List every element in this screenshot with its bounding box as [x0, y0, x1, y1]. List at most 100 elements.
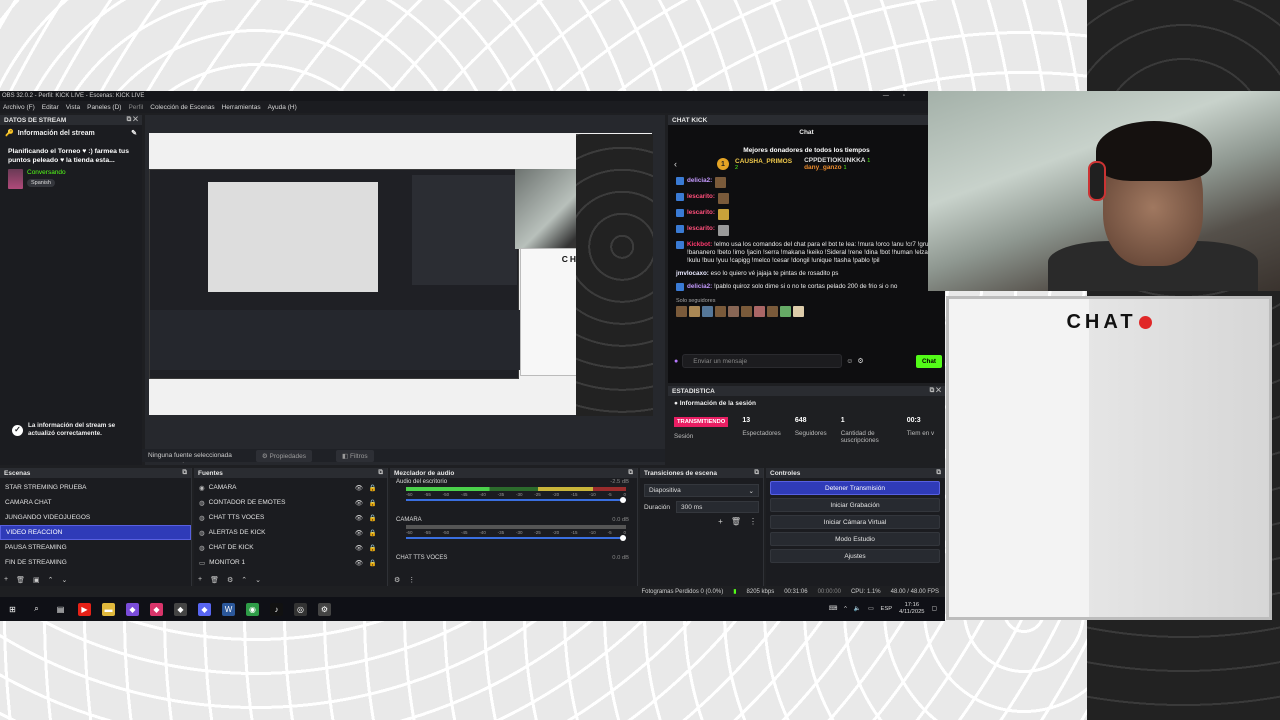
emote-icon[interactable] — [715, 306, 726, 317]
start-recording-button[interactable]: Iniciar Grabación — [770, 498, 940, 512]
lock-icon[interactable]: 🔒 — [369, 514, 377, 522]
scene-item[interactable]: STAR STREMING PRUEBA — [0, 480, 191, 495]
settings-icon[interactable]: ⚙ — [857, 357, 863, 365]
lock-icon[interactable]: 🔒 — [369, 499, 377, 507]
add-icon[interactable]: + — [198, 576, 202, 584]
transition-select[interactable]: Diapositiva ⌄ — [644, 484, 759, 497]
menu-editar[interactable]: Editar — [42, 104, 59, 111]
source-item[interactable]: ◍ CHAT TTS VOCES 👁 🔒 — [194, 510, 387, 525]
source-item[interactable]: ◉ CAMARA 👁 🔒 — [194, 480, 387, 495]
chat-user[interactable]: delicia2: — [687, 177, 712, 185]
scene-item[interactable]: PAUSA STREAMING — [0, 540, 191, 555]
clock[interactable]: 17:16 4/11/2025 — [899, 602, 924, 616]
steam-icon[interactable]: ⚙ — [318, 602, 331, 616]
source-item[interactable]: ▭ MONITOR 1 👁 🔒 — [194, 555, 387, 570]
emote-icon[interactable] — [767, 306, 778, 317]
search-icon[interactable]: ⌕ — [30, 603, 43, 616]
emote-icon[interactable] — [793, 306, 804, 317]
source-item[interactable]: ◍ CHAT DE KICK 👁 🔒 — [194, 540, 387, 555]
tiktok-icon[interactable]: ♪ — [270, 602, 283, 616]
up-arrow-icon[interactable]: ⌃ — [48, 576, 54, 584]
lock-icon[interactable]: 🔒 — [369, 529, 377, 537]
emote-icon[interactable] — [754, 306, 765, 317]
trash-icon[interactable]: 🗑 — [16, 576, 25, 584]
source-item[interactable]: ◍ ALERTAS DE KICK 👁 🔒 — [194, 525, 387, 540]
chrome-icon[interactable]: ◉ — [246, 602, 259, 616]
back-arrow-icon[interactable]: ‹ — [674, 159, 677, 169]
chat-input[interactable]: Enviar un mensaje — [682, 354, 843, 368]
chat-user[interactable]: jmvlocaxo: — [676, 270, 709, 277]
menu-paneles[interactable]: Paneles (D) — [87, 104, 121, 111]
eye-icon[interactable]: 👁 — [355, 544, 363, 552]
volume-slider[interactable] — [406, 535, 626, 541]
lock-icon[interactable]: 🔒 — [369, 544, 377, 552]
menu-ayuda[interactable]: Ayuda (H) — [268, 104, 297, 111]
add-icon[interactable]: + — [718, 517, 723, 526]
discord-icon[interactable]: ◆ — [198, 602, 211, 616]
app-icon[interactable]: ◆ — [150, 602, 163, 616]
eye-icon[interactable]: 👁 — [355, 484, 363, 492]
emote-icon[interactable] — [702, 306, 713, 317]
notification-icon[interactable]: ▢ — [932, 606, 937, 612]
obs-icon[interactable]: ◎ — [294, 602, 307, 616]
emote-icon[interactable] — [689, 306, 700, 317]
emote-icon[interactable] — [728, 306, 739, 317]
filters-button[interactable]: ◧ Filtros — [335, 449, 374, 462]
chat-user[interactable]: lescarito: — [687, 209, 715, 217]
emote-icon[interactable] — [780, 306, 791, 317]
scene-item[interactable]: FIN DE STREAMING — [0, 555, 191, 570]
eye-icon[interactable]: 👁 — [355, 559, 363, 567]
app-icon[interactable]: ◆ — [174, 602, 187, 616]
network-icon[interactable]: ▭ — [868, 606, 873, 612]
lock-icon[interactable]: 🔒 — [369, 484, 377, 492]
speaker-icon[interactable]: 🔈 — [854, 606, 861, 612]
slider-knob[interactable] — [620, 497, 626, 503]
dock-close-icon[interactable]: ⧉ ✕ — [127, 116, 138, 124]
menu-coleccion[interactable]: Colección de Escenas — [150, 104, 214, 111]
trash-icon[interactable]: 🗑 — [210, 576, 219, 584]
word-icon[interactable]: W — [222, 602, 235, 616]
menu-herramientas[interactable]: Herramientas — [222, 104, 261, 111]
chat-user[interactable]: delicia2: — [687, 283, 712, 290]
eye-icon[interactable]: 👁 — [355, 529, 363, 537]
volume-slider[interactable] — [406, 497, 626, 503]
studio-mode-button[interactable]: Modo Estudio — [770, 532, 940, 546]
task-view-icon[interactable]: ▤ — [54, 603, 67, 616]
up-arrow-icon[interactable]: ⌃ — [241, 576, 247, 584]
chat-tab[interactable]: Chat — [668, 125, 945, 143]
scene-item-active[interactable]: VIDEO REACCION — [0, 525, 191, 540]
gear-icon[interactable]: ⚙ — [394, 576, 400, 584]
chat-send-button[interactable]: Chat — [916, 354, 942, 368]
eye-icon[interactable]: 👁 — [355, 514, 363, 522]
trash-icon[interactable]: 🗑 — [731, 517, 741, 526]
folder-icon[interactable]: ▬ — [102, 602, 115, 616]
lock-icon[interactable]: 🔒 — [369, 559, 377, 567]
maximize-icon[interactable]: ▫ — [903, 93, 905, 99]
duration-input[interactable]: 300 ms — [676, 501, 759, 513]
minimize-icon[interactable]: — — [883, 93, 889, 99]
down-arrow-icon[interactable]: ⌄ — [61, 576, 67, 584]
language-indicator[interactable]: ESP — [881, 606, 893, 612]
edit-icon[interactable]: ✎ — [131, 129, 137, 137]
virtual-camera-button[interactable]: Iniciar Cámara Virtual — [770, 515, 940, 529]
properties-button[interactable]: ⚙ Propiedades — [255, 449, 312, 462]
filter-icon[interactable]: ▣ — [33, 576, 40, 584]
chat-user[interactable]: lescarito: — [687, 225, 715, 233]
menu-icon[interactable]: ⋮ — [408, 576, 415, 584]
emote-icon[interactable] — [676, 306, 687, 317]
scene-item[interactable]: JUNGANDO VIDEOJUEGOS — [0, 510, 191, 525]
keyboard-icon[interactable]: ⌨ — [829, 606, 837, 612]
scene-item[interactable]: CAMARA CHAT — [0, 495, 191, 510]
gear-icon[interactable]: ⚙ — [227, 576, 233, 584]
app-icon[interactable]: ◆ — [126, 602, 139, 616]
windows-start-icon[interactable]: ⊞ — [6, 603, 19, 616]
slider-knob[interactable] — [620, 535, 626, 541]
stop-stream-button[interactable]: Detener Transmisión — [770, 481, 940, 495]
menu-archivo[interactable]: Archivo (F) — [3, 104, 35, 111]
down-arrow-icon[interactable]: ⌄ — [255, 576, 261, 584]
emoji-icon[interactable]: ☺ — [846, 358, 853, 365]
menu-icon[interactable]: ⋮ — [749, 517, 757, 526]
menu-perfil[interactable]: Perfil — [128, 104, 143, 111]
close-icon[interactable]: ⧉ ✕ — [930, 387, 941, 395]
eye-icon[interactable]: 👁 — [355, 499, 363, 507]
